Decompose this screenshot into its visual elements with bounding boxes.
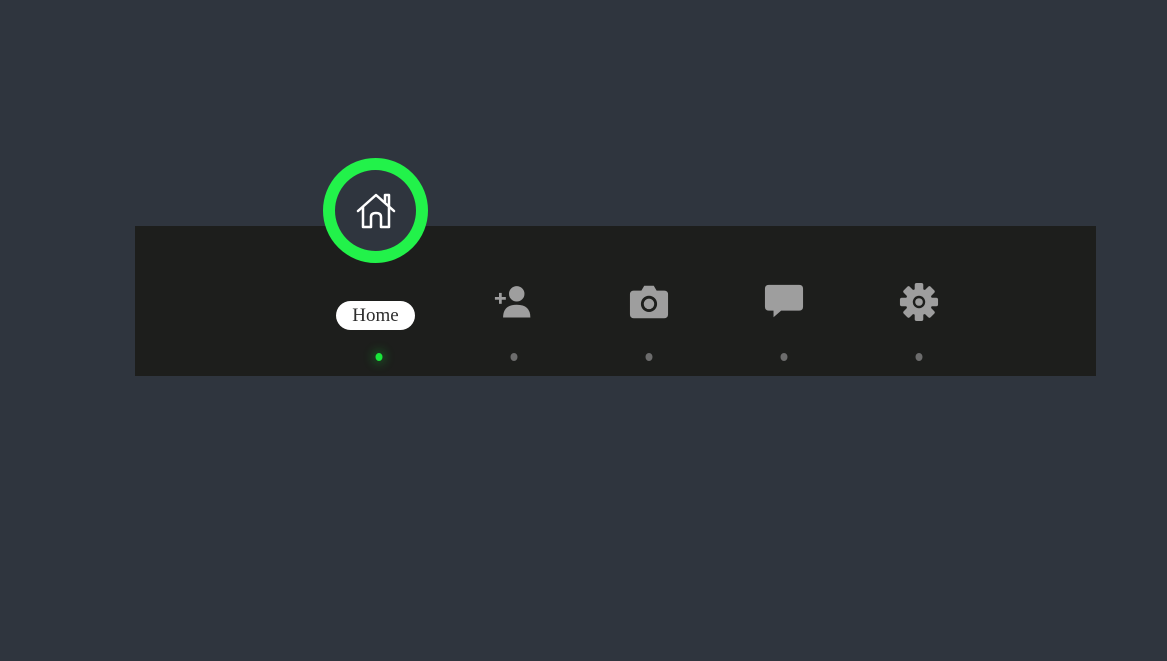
gear-icon: [899, 282, 939, 322]
add-user-icon: [494, 282, 534, 322]
home-icon: [356, 193, 395, 228]
chat-icon: [764, 282, 804, 322]
nav-dot: [915, 353, 923, 361]
nav-dot: [510, 353, 518, 361]
nav-item-label: Home: [336, 301, 415, 330]
nav-item-camera[interactable]: [599, 226, 699, 376]
active-icon-bubble[interactable]: [323, 158, 428, 263]
camera-icon: [629, 282, 669, 322]
nav-item-settings[interactable]: [869, 226, 969, 376]
nav-item-add-user[interactable]: [464, 226, 564, 376]
nav-item-chat[interactable]: [734, 226, 834, 376]
nav-dot: [780, 353, 788, 361]
active-indicator-dot: [375, 353, 383, 361]
nav-dot: [645, 353, 653, 361]
